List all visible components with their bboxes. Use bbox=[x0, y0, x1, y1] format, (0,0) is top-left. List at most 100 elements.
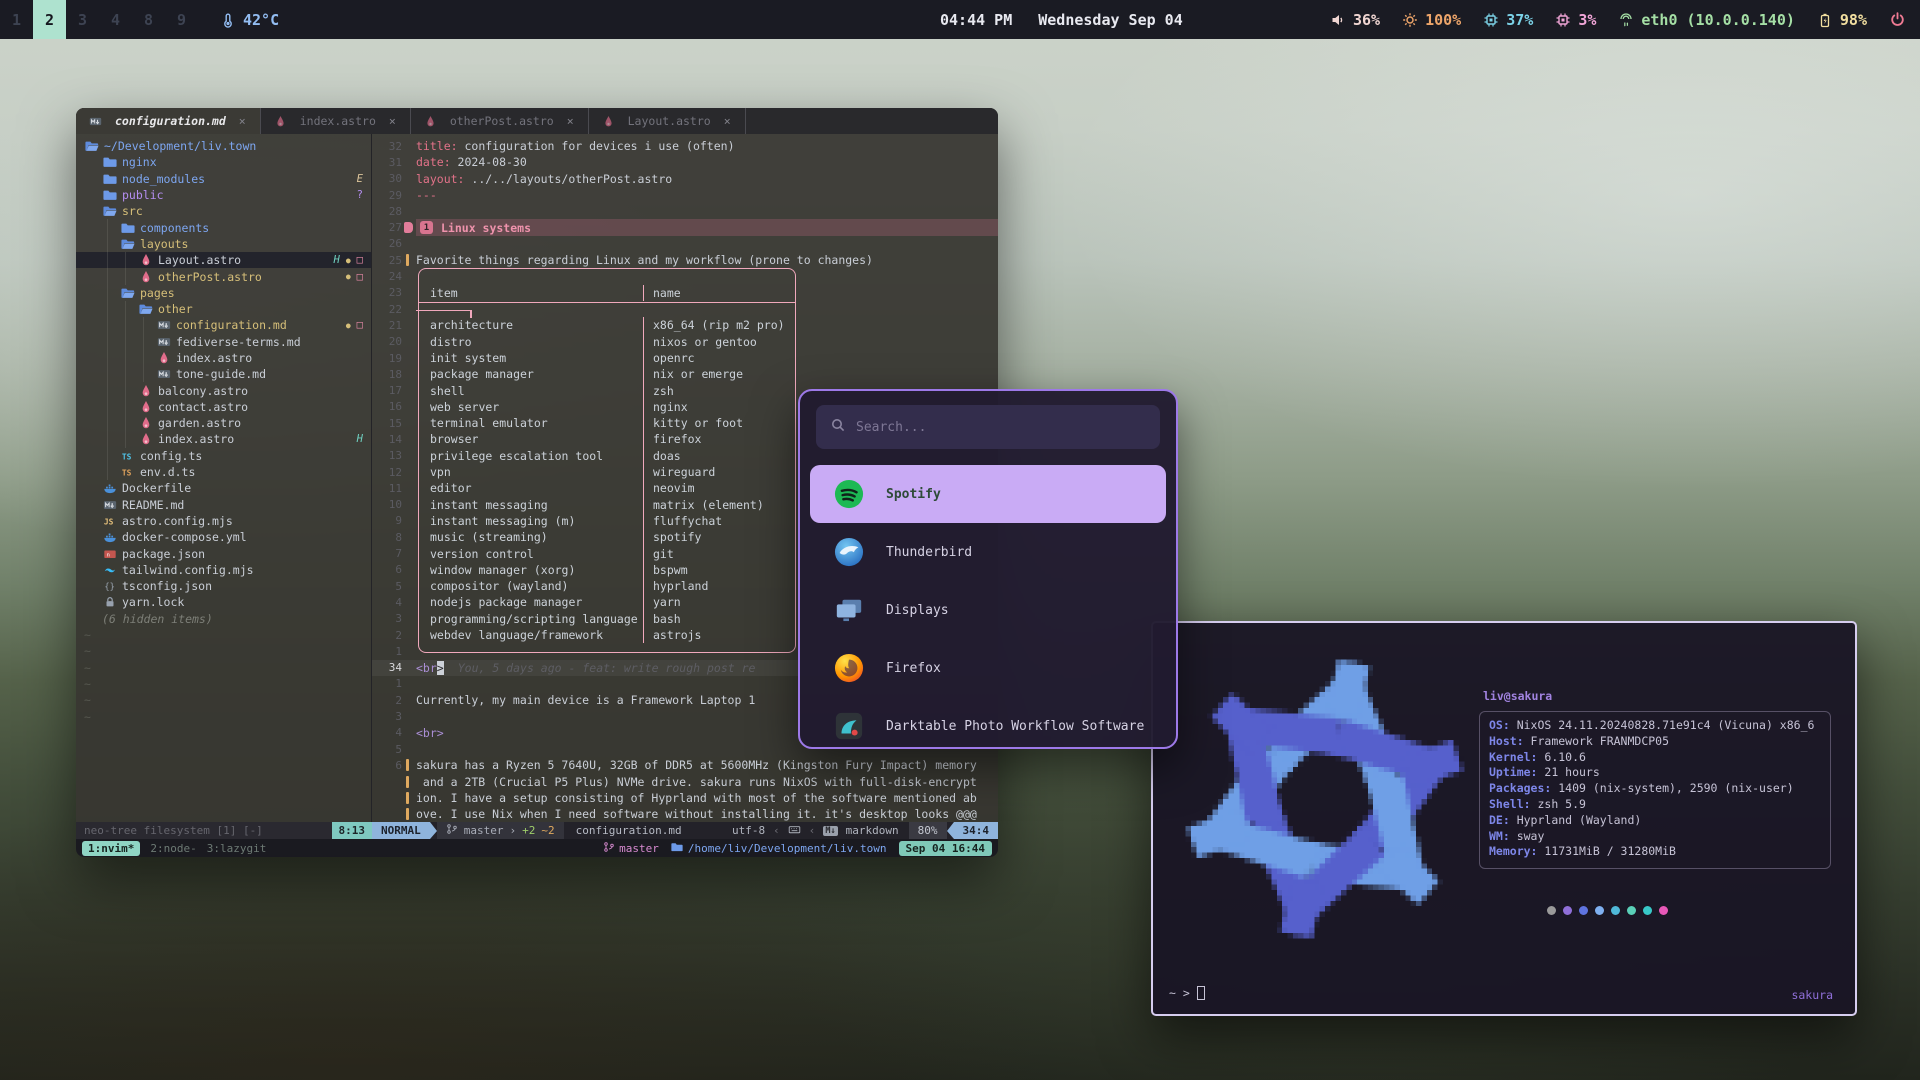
palette-dot bbox=[1643, 906, 1652, 915]
workspace-1[interactable]: 1 bbox=[0, 0, 33, 39]
empty-line-tilde: ~ bbox=[76, 627, 371, 643]
editor-line: 22 bbox=[372, 301, 998, 317]
gpu-module[interactable]: 3% bbox=[1555, 11, 1596, 29]
folder-open-icon bbox=[120, 286, 135, 300]
palette-dot bbox=[1659, 906, 1668, 915]
tree-item-configuration.md[interactable]: configuration.md●□ bbox=[76, 317, 371, 333]
launcher-search-input[interactable]: Search... bbox=[816, 405, 1160, 449]
braces-icon: {} bbox=[102, 579, 117, 593]
temperature-value: 42°C bbox=[243, 11, 279, 29]
tree-item-label: astro.config.mjs bbox=[122, 514, 233, 528]
folder-icon bbox=[671, 841, 683, 856]
close-icon[interactable]: × bbox=[724, 114, 731, 128]
tab-index.astro[interactable]: index.astro× bbox=[261, 108, 411, 134]
tree-item-node-modules[interactable]: node_modulesE bbox=[76, 171, 371, 187]
tmux-window-1:nvim*[interactable]: 1:nvim* bbox=[82, 841, 140, 856]
astro-icon bbox=[423, 115, 438, 128]
tree-item-Layout.astro[interactable]: Layout.astroH●□ bbox=[76, 252, 371, 268]
powerline-arrow bbox=[430, 822, 437, 839]
folder-open-icon bbox=[120, 237, 135, 251]
neotree-statusline: neo-tree filesystem [1] [-] 8:13 bbox=[76, 822, 372, 839]
tree-item-label: components bbox=[140, 221, 209, 235]
tree-item-nginx[interactable]: nginx bbox=[76, 154, 371, 170]
npm-icon: n bbox=[102, 547, 117, 561]
tree-item-layouts[interactable]: layouts bbox=[76, 236, 371, 252]
workspace-2[interactable]: 2 bbox=[33, 0, 66, 39]
scroll-percent: 80% bbox=[909, 822, 947, 839]
tree-item-astro.config.mjs[interactable]: JSastro.config.mjs bbox=[76, 513, 371, 529]
keyboard-icon bbox=[788, 823, 801, 839]
tree-item-~-Development-liv.town[interactable]: ~/Development/liv.town bbox=[76, 138, 371, 154]
speaker-icon bbox=[1330, 12, 1346, 28]
battery-module[interactable]: 98% bbox=[1817, 11, 1867, 29]
tree-item-pages[interactable]: pages bbox=[76, 285, 371, 301]
tree-item-balcony.astro[interactable]: balcony.astro bbox=[76, 382, 371, 398]
workspace-9[interactable]: 9 bbox=[165, 0, 198, 39]
whale-icon bbox=[102, 481, 117, 495]
markdown-icon: M↓ bbox=[823, 826, 837, 836]
palette-dot bbox=[1547, 906, 1556, 915]
svg-text:{}: {} bbox=[104, 583, 115, 593]
close-icon[interactable]: × bbox=[239, 114, 246, 128]
svg-text:TS: TS bbox=[121, 469, 131, 478]
tree-item--6-hidden-items-[interactable]: (6 hidden items) bbox=[76, 611, 371, 627]
fetch-info-line: Memory: 11731MiB / 31280MiB bbox=[1489, 844, 1821, 860]
tree-item-other[interactable]: other bbox=[76, 301, 371, 317]
tree-item-fediverse-terms.md[interactable]: fediverse-terms.md bbox=[76, 334, 371, 350]
tmux-window-3:lazygit[interactable]: 3:lazygit bbox=[207, 842, 267, 855]
tree-item-garden.astro[interactable]: garden.astro bbox=[76, 415, 371, 431]
power-button[interactable] bbox=[1889, 11, 1906, 28]
tree-item-Dockerfile[interactable]: Dockerfile bbox=[76, 480, 371, 496]
tree-item-otherPost.astro[interactable]: otherPost.astro●□ bbox=[76, 268, 371, 284]
workspace-8[interactable]: 8 bbox=[132, 0, 165, 39]
volume-module[interactable]: 36% bbox=[1330, 11, 1380, 29]
fetch-info-line: Host: Framework FRANMDCP05 bbox=[1489, 734, 1821, 750]
tree-item-tsconfig.json[interactable]: {}tsconfig.json bbox=[76, 578, 371, 594]
tab-configuration.md[interactable]: configuration.md × bbox=[76, 108, 261, 134]
tree-item-label: package.json bbox=[122, 547, 205, 561]
workspace-4[interactable]: 4 bbox=[99, 0, 132, 39]
power-icon bbox=[1889, 11, 1906, 28]
svg-text:n: n bbox=[106, 552, 109, 558]
network-module[interactable]: eth0 (10.0.0.140) bbox=[1618, 11, 1795, 29]
temperature-module[interactable]: 42°C bbox=[220, 11, 279, 29]
close-icon[interactable]: × bbox=[567, 114, 574, 128]
tree-item-tone-guide.md[interactable]: tone-guide.md bbox=[76, 366, 371, 382]
brightness-module[interactable]: 100% bbox=[1402, 11, 1461, 29]
workspace-3[interactable]: 3 bbox=[66, 0, 99, 39]
tree-item-docker-compose.yml[interactable]: docker-compose.yml bbox=[76, 529, 371, 545]
folder-icon bbox=[120, 221, 135, 235]
clock-module[interactable]: 04:44 PM Wednesday Sep 04 bbox=[940, 0, 1183, 39]
tree-item-contact.astro[interactable]: contact.astro bbox=[76, 399, 371, 415]
tree-item-tailwind.config.mjs[interactable]: tailwind.config.mjs bbox=[76, 562, 371, 578]
launcher-entry-thunderbird[interactable]: Thunderbird bbox=[810, 523, 1166, 581]
tree-item-env.d.ts[interactable]: TSenv.d.ts bbox=[76, 464, 371, 480]
shell-prompt[interactable]: ~ > bbox=[1169, 986, 1205, 1000]
palette-dot bbox=[1611, 906, 1620, 915]
launcher-entry-darktable[interactable]: Darktable Photo Workflow Software bbox=[810, 697, 1166, 749]
launcher-entry-displays[interactable]: Displays bbox=[810, 581, 1166, 639]
tree-item-src[interactable]: src bbox=[76, 203, 371, 219]
tmux-window-2:node-[interactable]: 2:node- bbox=[150, 842, 196, 855]
tree-item-label: src bbox=[122, 204, 143, 218]
tree-item-config.ts[interactable]: TSconfig.ts bbox=[76, 448, 371, 464]
launcher-entry-spotify[interactable]: Spotify bbox=[810, 465, 1166, 523]
tab-label: configuration.md bbox=[115, 114, 226, 128]
empty-line-tilde: ~ bbox=[76, 692, 371, 708]
tree-item-public[interactable]: public? bbox=[76, 187, 371, 203]
launcher-entry-firefox[interactable]: Firefox bbox=[810, 639, 1166, 697]
encoding: utf-8 bbox=[732, 824, 765, 837]
tree-item-yarn.lock[interactable]: yarn.lock bbox=[76, 594, 371, 610]
tree-item-components[interactable]: components bbox=[76, 219, 371, 235]
tab-Layout.astro[interactable]: Layout.astro× bbox=[589, 108, 746, 134]
cpu-module[interactable]: 37% bbox=[1483, 11, 1533, 29]
close-icon[interactable]: × bbox=[389, 114, 396, 128]
firefox-icon bbox=[834, 653, 864, 683]
tree-item-package.json[interactable]: n package.json bbox=[76, 545, 371, 561]
ts-cyan-icon: TS bbox=[120, 449, 135, 463]
tab-otherPost.astro[interactable]: otherPost.astro× bbox=[411, 108, 589, 134]
tree-item-README.md[interactable]: README.md bbox=[76, 497, 371, 513]
clock-date: Wednesday Sep 04 bbox=[1038, 11, 1183, 29]
tree-item-index.astro[interactable]: index.astro bbox=[76, 350, 371, 366]
tree-item-index.astro[interactable]: index.astroH bbox=[76, 431, 371, 447]
